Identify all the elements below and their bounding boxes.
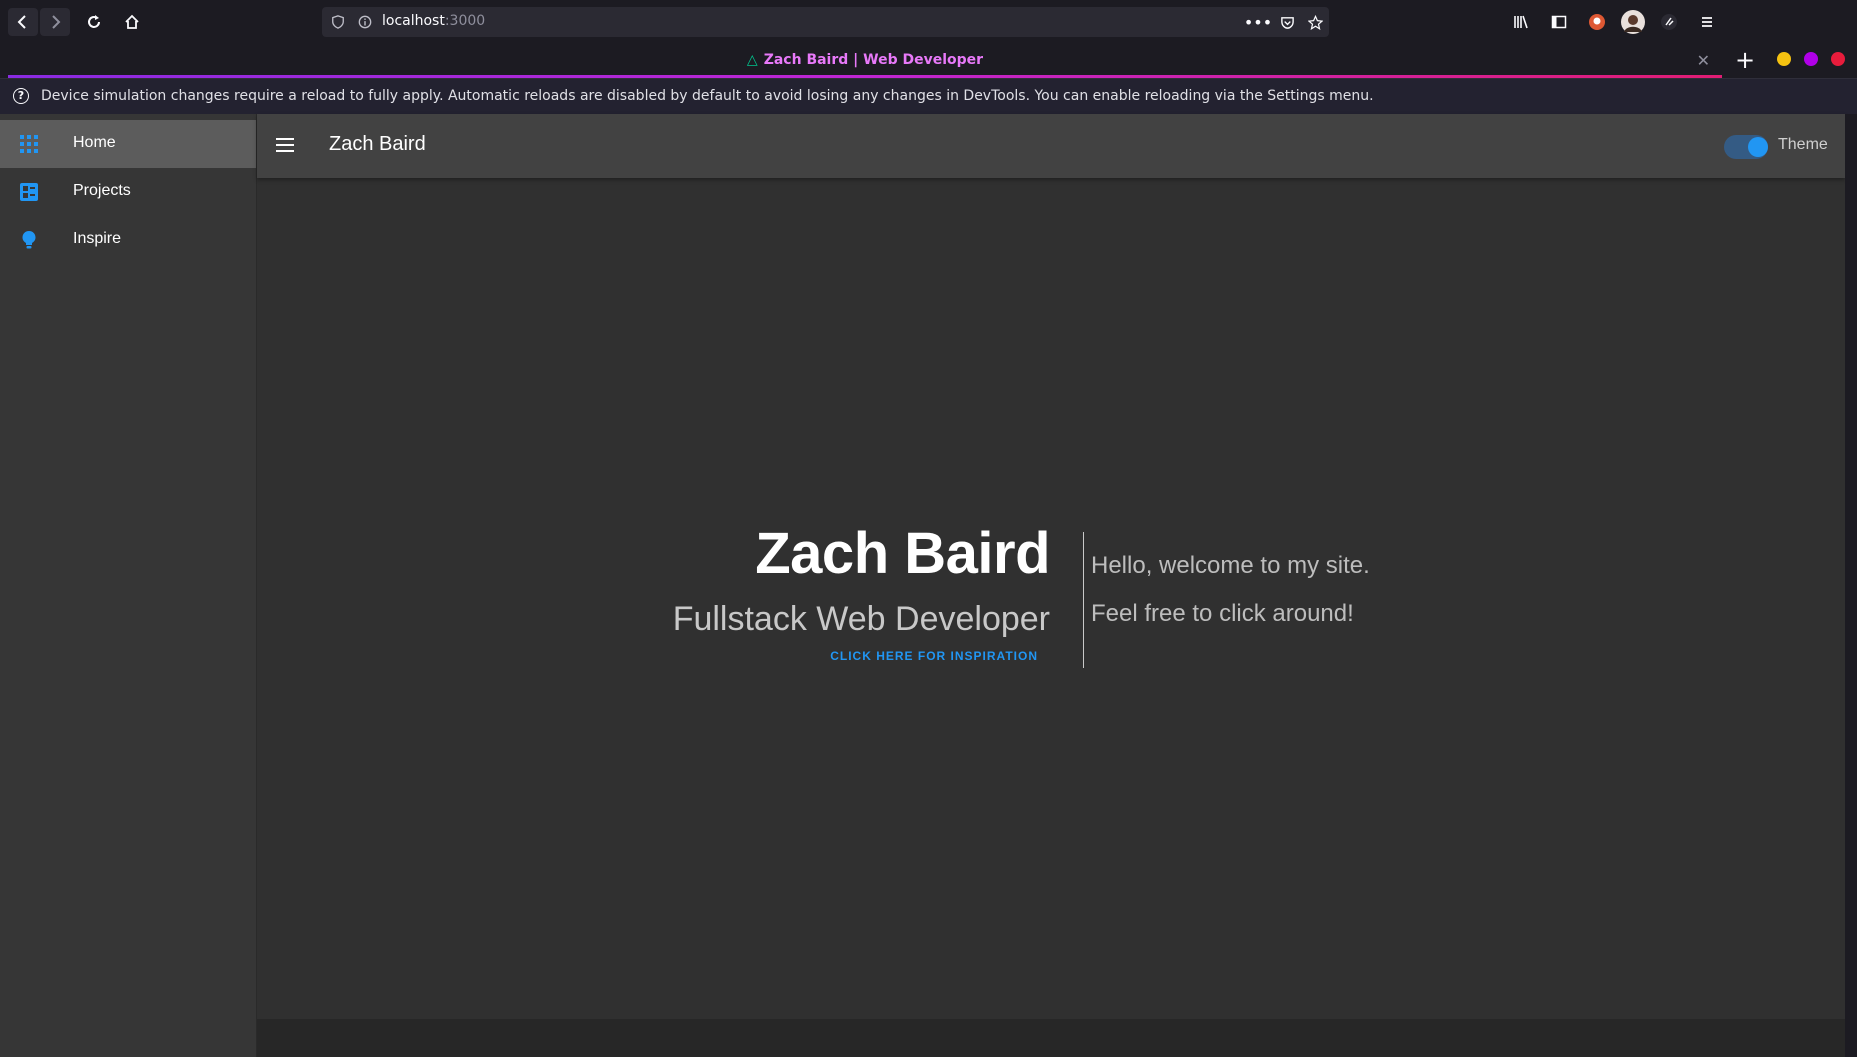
back-arrow-icon (17, 15, 26, 29)
close-window-button[interactable] (1831, 52, 1845, 66)
extension-icon[interactable] (1656, 9, 1682, 35)
pocket-icon[interactable] (1279, 14, 1295, 30)
sidebar-toggle-icon[interactable] (1546, 9, 1572, 35)
lightbulb-icon (22, 231, 36, 249)
app-footer (257, 1019, 1845, 1057)
theme-toggle[interactable] (1720, 132, 1768, 160)
bookmark-star-icon[interactable] (1307, 14, 1323, 30)
minimize-window-button[interactable] (1777, 52, 1791, 66)
url-text[interactable]: localhost:3000 (382, 13, 485, 29)
maximize-window-button[interactable] (1804, 52, 1818, 66)
click-around-message: Feel free to click around! (1091, 600, 1354, 627)
view-dashboard-icon (20, 183, 38, 201)
nav-drawer-toggle-icon[interactable] (273, 134, 297, 158)
devtools-notification-bar: ? Device simulation changes require a re… (0, 78, 1857, 114)
reload-icon (88, 15, 100, 28)
tab-close-icon[interactable]: ✕ (1697, 51, 1710, 70)
app-title: Zach Baird (329, 133, 426, 155)
sidebar-item-label: Inspire (73, 230, 122, 247)
sidebar-item-inspire[interactable]: Inspire (0, 216, 256, 264)
back-button[interactable] (8, 8, 38, 36)
welcome-message: Hello, welcome to my site. (1091, 552, 1370, 579)
sidebar-item-label: Projects (73, 182, 131, 199)
help-icon: ? (13, 88, 29, 104)
sidebar-item-label: Home (73, 134, 116, 151)
shield-icon[interactable] (330, 14, 346, 30)
url-bar[interactable]: localhost:3000 ••• (322, 7, 1329, 37)
home-button[interactable] (117, 8, 147, 36)
inspiration-link[interactable]: CLICK HERE FOR INSPIRATION (780, 649, 1038, 663)
navigation-drawer: Home Projects Inspire (0, 114, 257, 1057)
theme-toggle-label[interactable]: Theme (1778, 136, 1828, 154)
hamburger-menu-icon[interactable] (1694, 9, 1720, 35)
app-bar: Zach Baird Theme (257, 114, 1845, 178)
theme-toggle-thumb (1748, 137, 1768, 157)
hero-subtitle: Fullstack Web Developer (672, 600, 1050, 638)
sidebar-item-projects[interactable]: Projects (0, 168, 256, 216)
notification-message: Device simulation changes require a relo… (41, 88, 1374, 104)
forward-button[interactable] (40, 8, 70, 36)
info-icon[interactable] (357, 14, 373, 30)
tab-strip: △ Zach Baird | Web Developer ✕ + (0, 44, 1857, 78)
avatar[interactable] (1620, 9, 1646, 35)
browser-toolbar: localhost:3000 ••• (0, 0, 1857, 44)
sidebar-item-home[interactable]: Home (0, 120, 256, 168)
library-icon[interactable] (1508, 9, 1534, 35)
duckduckgo-extension-icon[interactable] (1584, 9, 1610, 35)
apps-grid-icon (20, 135, 38, 153)
home-icon (125, 14, 139, 29)
tab-title: Zach Baird | Web Developer (763, 52, 984, 68)
hero-divider (1083, 532, 1084, 668)
nuxt-triangle-icon: △ (746, 52, 758, 68)
new-tab-icon[interactable]: + (1735, 48, 1755, 72)
more-actions-icon[interactable]: ••• (1244, 13, 1272, 32)
forward-arrow-icon (52, 15, 61, 29)
browser-tab[interactable]: △ Zach Baird | Web Developer ✕ (8, 44, 1722, 78)
page-scrollbar[interactable] (1845, 114, 1857, 1057)
page-viewport: Home Projects Inspire Zach Baird Theme Z… (0, 114, 1845, 1057)
hero-name: Zach Baird (755, 521, 1050, 586)
reload-button[interactable] (79, 8, 109, 36)
